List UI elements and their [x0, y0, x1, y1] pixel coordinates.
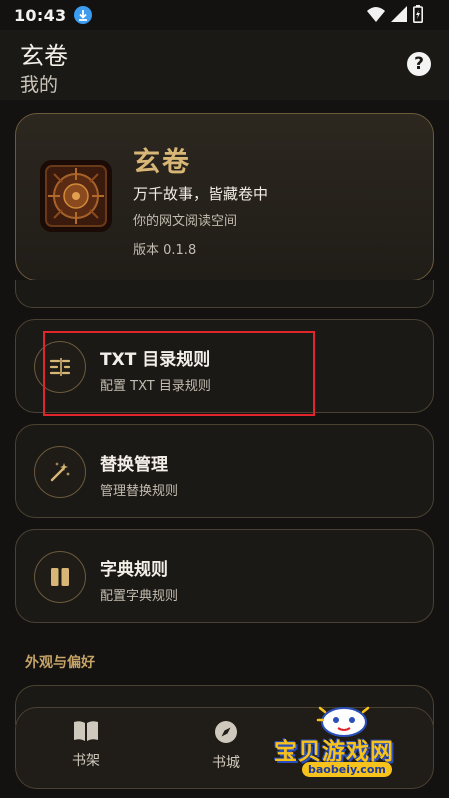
setting-title: TXT 目录规则: [100, 350, 211, 370]
setting-txt-rules[interactable]: TXT 目录规则 配置 TXT 目录规则: [15, 319, 434, 413]
wifi-icon: [367, 7, 385, 22]
setting-replace-management[interactable]: 替换管理 管理替换规则: [15, 424, 434, 518]
book-open-icon: [74, 721, 98, 741]
setting-subtitle: 配置字典规则: [100, 589, 179, 604]
help-button[interactable]: ?: [407, 52, 431, 76]
compass-icon: [215, 721, 237, 743]
list-rules-icon: [34, 341, 86, 393]
setting-title: 替换管理: [100, 455, 168, 475]
about-description: 你的网文阅读空间: [133, 214, 238, 229]
battery-icon: [413, 5, 423, 23]
nav-label: 书架: [72, 753, 100, 769]
setting-subtitle: 管理替换规则: [100, 484, 179, 499]
setting-dictionary-rules[interactable]: 字典规则 配置字典规则: [15, 529, 434, 623]
page-title: 我的: [20, 74, 59, 96]
app-header: 玄卷 我的 ?: [0, 30, 449, 100]
setting-title: 字典规则: [100, 560, 168, 580]
watermark: 宝贝游戏网 baobeiy.com: [272, 700, 422, 790]
about-card: 玄卷 万千故事，皆藏卷中 你的网文阅读空间 版本 0.1.8: [15, 113, 434, 281]
status-time: 10:43: [14, 5, 67, 25]
pause-icon: [34, 551, 86, 603]
signal-icon: [391, 6, 407, 22]
about-version: 版本 0.1.8: [133, 243, 197, 258]
nav-label: 书城: [212, 755, 240, 771]
section-title-appearance: 外观与偏好: [25, 655, 95, 671]
nav-bookstore[interactable]: 书城: [186, 720, 266, 780]
about-slogan: 万千故事，皆藏卷中: [133, 185, 269, 203]
about-app-name: 玄卷: [133, 147, 191, 178]
watermark-url: baobeiy.com: [302, 762, 392, 777]
download-icon: [74, 6, 93, 24]
status-bar: 10:43: [0, 0, 449, 30]
nav-bookshelf[interactable]: 书架: [46, 720, 126, 780]
question-icon: ?: [414, 54, 424, 74]
setting-subtitle: 配置 TXT 目录规则: [100, 379, 211, 394]
app-logo: [40, 160, 112, 232]
app-title: 玄卷: [20, 42, 68, 70]
status-icons: [367, 5, 423, 23]
watermark-text: 宝贝游戏网: [274, 739, 394, 765]
screen: 10:43 玄卷 我的 ? 玄卷 万千故事，皆藏卷中 你的网文阅读空间 版本 0…: [0, 0, 449, 798]
scrolled-card-edge: [15, 280, 434, 308]
magic-wand-icon: [34, 446, 86, 498]
